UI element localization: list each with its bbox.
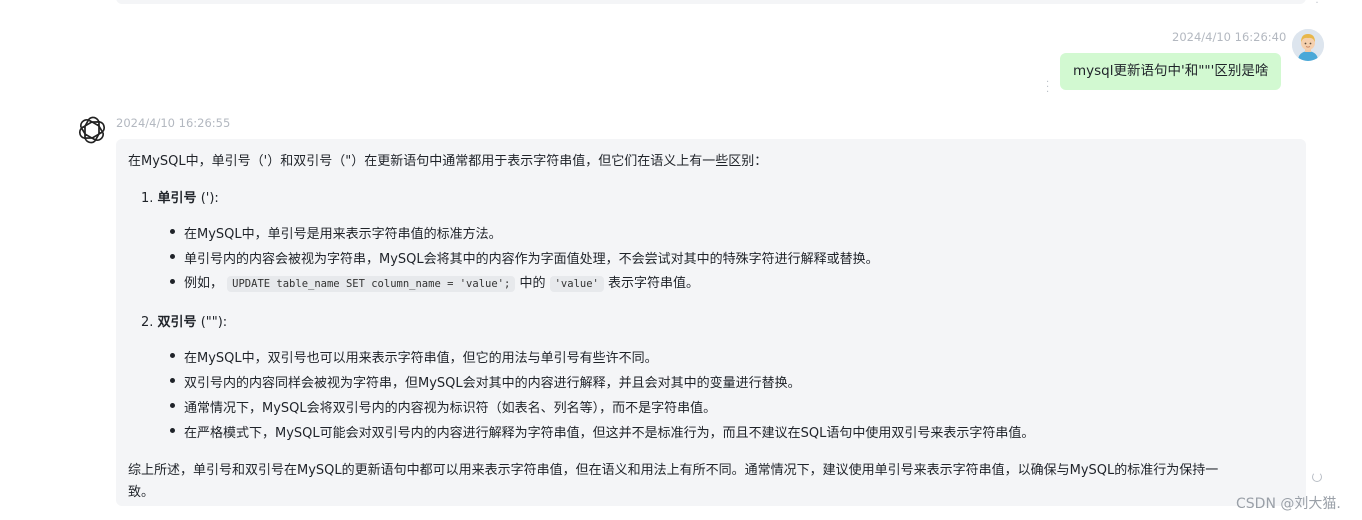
conclusion-text: 综上所述，单引号和双引号在MySQL的更新语句中都可以用来表示字符串值，但在语义… <box>128 463 1219 478</box>
list-item: 通常情况下，MySQL会将双引号内的内容视为标识符（如表名、列名等），而不是字符… <box>184 401 717 416</box>
watermark: CSDN @刘大猫. <box>1236 496 1341 512</box>
bullet-dot <box>170 229 175 234</box>
user-message-timestamp: 2024/4/10 16:26:40 <box>1172 30 1287 44</box>
user-message-bubble: mysql更新语句中'和""'区别是啥 <box>1060 53 1282 90</box>
list-item: 单引号内的内容会被视为字符串，MySQL会将其中的内容作为字面值处理，不会尝试对… <box>184 252 879 267</box>
list-item: 双引号内的内容同样会被视为字符串，但MySQL会对其中的内容进行解释，并且会对其… <box>184 376 801 391</box>
list-item-example: 例如， UPDATE table_name SET column_name = … <box>184 272 700 292</box>
inline-code: 'value' <box>549 276 604 292</box>
more-options-icon[interactable]: ⋮ <box>1312 0 1322 5</box>
section-title: 双引号 <box>157 315 197 330</box>
section-number: 1. <box>141 191 154 206</box>
bullet-dot <box>170 378 175 383</box>
bullet-dot <box>170 428 175 433</box>
section-number: 2. <box>141 315 154 330</box>
loading-spinner-icon <box>1312 472 1322 482</box>
list-item: 在MySQL中，单引号是用来表示字符串值的标准方法。 <box>184 227 502 242</box>
section-heading: 1. 单引号 ('): <box>141 187 219 206</box>
bullet-dot <box>170 403 175 408</box>
example-suffix: 表示字符串值。 <box>608 276 700 291</box>
example-prefix: 例如， <box>184 276 224 291</box>
bullet-dot <box>170 279 175 284</box>
ai-message-timestamp: 2024/4/10 16:26:55 <box>116 116 231 130</box>
example-middle: 中的 <box>519 276 546 291</box>
inline-code: UPDATE table_name SET column_name = 'val… <box>227 276 516 292</box>
section-title-suffix: (""): <box>196 315 228 330</box>
previous-message-card <box>116 0 1306 4</box>
message-options-icon[interactable]: · · · <box>1046 78 1049 98</box>
bullet-dot <box>170 353 175 358</box>
ai-message-card <box>116 139 1306 506</box>
user-avatar-icon <box>1292 29 1324 61</box>
list-item: 在MySQL中，双引号也可以用来表示字符串值，但它的用法与单引号有些许不同。 <box>184 351 658 366</box>
section-title-suffix: ('): <box>196 191 219 206</box>
section-heading: 2. 双引号 (""): <box>141 311 227 330</box>
section-title: 单引号 <box>157 191 197 206</box>
intro-text: 在MySQL中，单引号（'）和双引号（"）在更新语句中通常都用于表示字符串值，但… <box>128 154 768 169</box>
openai-logo-icon <box>76 114 108 146</box>
conclusion-text-continued: 致。 <box>128 485 155 500</box>
list-item: 在严格模式下，MySQL可能会对双引号内的内容进行解释为字符串值，但这并不是标准… <box>184 426 1035 441</box>
bullet-dot <box>170 254 175 259</box>
